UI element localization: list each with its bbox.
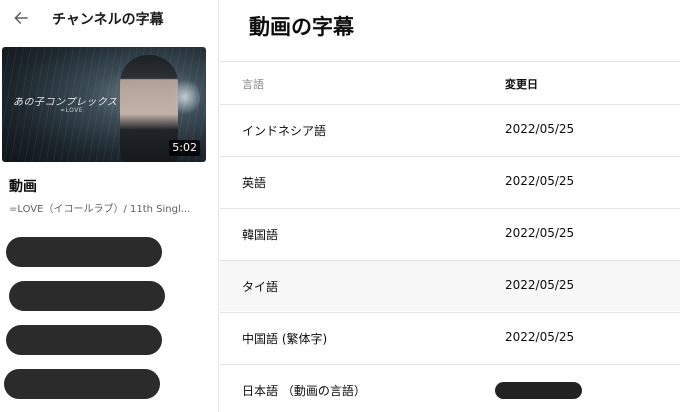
subtitle-row[interactable]: インドネシア語 2022/05/25	[220, 104, 680, 155]
row-language: 中国語 (繁体字)	[242, 332, 328, 346]
sidebar-header: チャンネルの字幕	[0, 0, 219, 36]
sidebar: チャンネルの字幕 あの子コンプレックス =LOVE 5:02 動画 =LOVE（…	[0, 0, 219, 412]
row-modified-date: 2022/05/25	[505, 226, 575, 240]
row-modified-date: 2022/05/25	[505, 174, 575, 188]
thumbnail-logo-sub: =LOVE	[60, 107, 84, 114]
thumbnail-logo: あの子コンプレックス	[13, 97, 118, 108]
row-language: 英語	[242, 176, 267, 190]
duration-badge: 5:02	[169, 140, 200, 156]
arrow-left-icon	[14, 12, 28, 24]
row-language: 日本語 （動画の言語）	[242, 384, 366, 398]
row-modified-date: 2022/05/25	[505, 278, 575, 292]
column-header-modified: 変更日	[505, 78, 538, 91]
subtitle-row[interactable]: 韓国語 2022/05/25	[220, 208, 680, 259]
row-modified-date: 2022/05/25	[505, 122, 575, 136]
subtitle-row[interactable]: タイ語 2022/05/25	[220, 260, 680, 311]
video-section-label: 動画	[9, 179, 37, 195]
row-modified-date: 2022/05/25	[505, 330, 575, 344]
sidebar-nav-item-redacted[interactable]	[6, 237, 162, 267]
column-header-language: 言語	[242, 78, 264, 91]
row-language: タイ語	[242, 280, 279, 294]
subtitle-row[interactable]: 中国語 (繁体字) 2022/05/25	[220, 312, 680, 363]
header-divider	[220, 61, 680, 62]
sidebar-nav-item-redacted[interactable]	[4, 369, 160, 399]
video-title: =LOVE（イコールラブ）/ 11th Singl...	[9, 204, 191, 215]
redacted-value	[495, 382, 582, 399]
row-language: 韓国語	[242, 228, 279, 242]
sidebar-nav-item-redacted[interactable]	[9, 281, 165, 311]
row-language: インドネシア語	[242, 124, 327, 138]
page-title: 動画の字幕	[249, 15, 354, 39]
subtitle-row[interactable]: 英語 2022/05/25	[220, 156, 680, 207]
back-button[interactable]	[10, 7, 32, 29]
video-thumbnail[interactable]: あの子コンプレックス =LOVE 5:02	[2, 47, 206, 162]
subtitle-row[interactable]: 日本語 （動画の言語）	[220, 364, 680, 412]
main-content: 動画の字幕 言語 変更日 インドネシア語 2022/05/25 英語 2022/…	[220, 0, 680, 412]
sidebar-title: チャンネルの字幕	[52, 12, 164, 28]
sidebar-nav-item-redacted[interactable]	[6, 325, 162, 355]
